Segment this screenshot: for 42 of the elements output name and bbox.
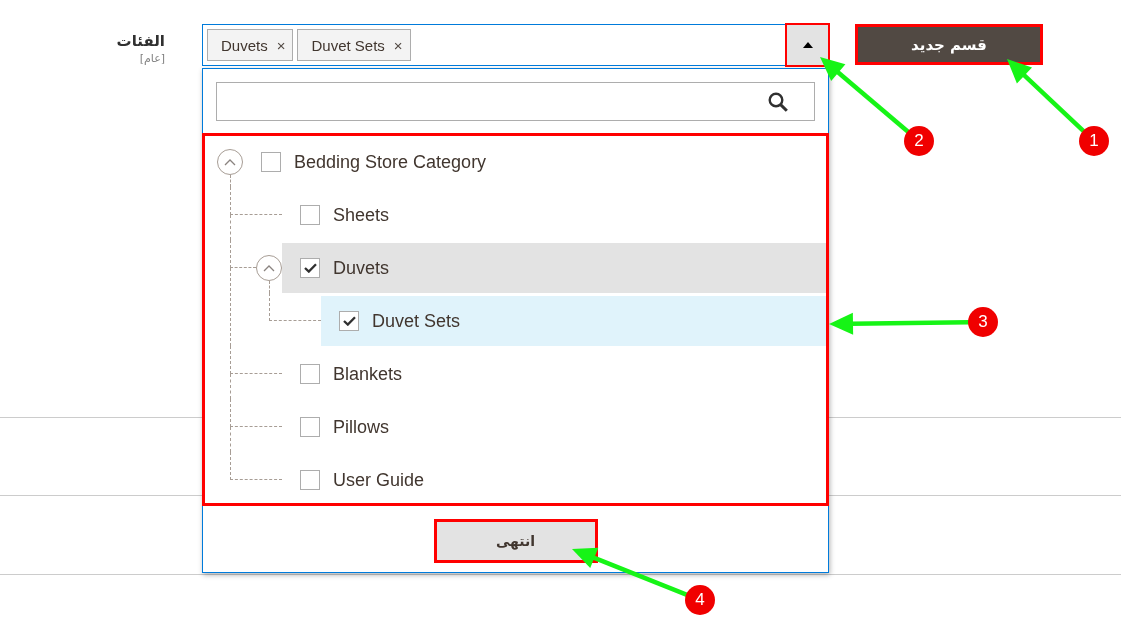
tree-row[interactable]: Bedding Store Category [243,137,828,187]
category-label: Sheets [333,204,390,226]
checkbox[interactable] [339,311,359,331]
chip-remove-button[interactable]: × [276,37,286,53]
dropdown-toggle[interactable] [787,25,828,65]
checkbox[interactable] [300,417,320,437]
collapse-toggle[interactable] [256,255,282,281]
field-label: الفئات [116,32,165,50]
tree-row[interactable]: Sheets [282,190,828,240]
search-field[interactable] [216,82,815,121]
step-marker: 4 [685,585,715,615]
category-label: Pillows [333,416,389,438]
step-marker: 3 [968,307,998,337]
category-label: Blankets [333,363,403,385]
tree-row[interactable]: Duvet Sets [321,296,828,346]
search-icon [768,91,788,112]
checkbox[interactable] [261,152,281,172]
category-label: Bedding Store Category [294,151,487,173]
collapse-toggle[interactable] [217,149,243,175]
checkbox[interactable] [300,258,320,278]
category-label: Duvet Sets [372,310,461,332]
new-category-button[interactable]: قسم جديد [855,24,1043,65]
caret-up-icon [802,42,813,48]
tree-row[interactable]: Blankets [282,349,828,399]
tick-icon [342,316,356,326]
chip-label: Duvets [221,36,268,54]
tree-row[interactable]: Duvets [282,243,828,293]
chevron-up-icon [263,264,275,272]
checkbox[interactable] [300,364,320,384]
chip-remove-button[interactable]: × [393,37,403,53]
step-marker: 1 [1079,126,1109,156]
tree-row[interactable]: Pillows [282,402,828,452]
scope-label: [عام] [139,52,165,65]
checkbox[interactable] [300,470,320,490]
checkbox[interactable] [300,205,320,225]
category-label: User Guide [333,469,425,491]
tick-icon [303,263,317,273]
category-label: Duvets [333,257,390,279]
done-button[interactable]: انتهى [436,522,595,560]
tree-row[interactable]: User Guide [282,455,828,505]
step-marker: 2 [904,126,934,156]
chevron-up-icon [224,158,236,166]
